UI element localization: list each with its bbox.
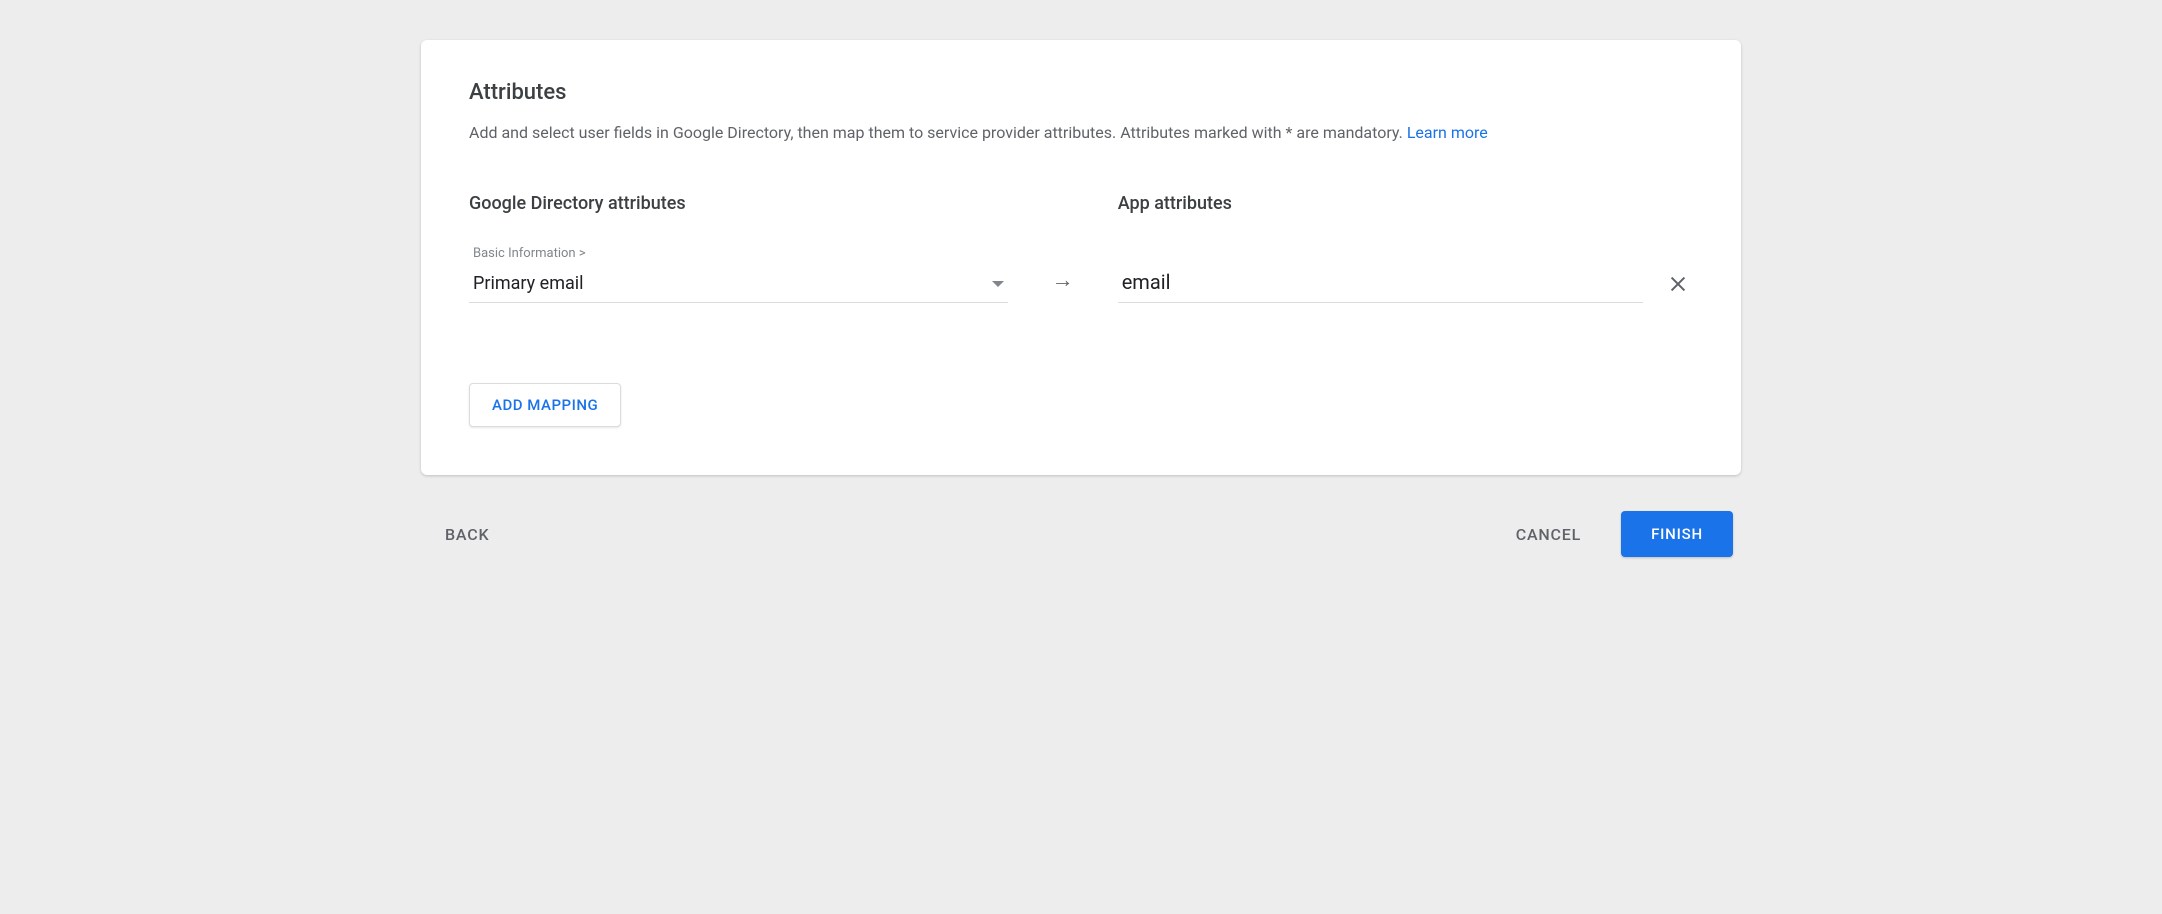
columns-header: Google Directory attributes App attribut… (469, 193, 1693, 214)
target-attribute-input[interactable] (1118, 264, 1643, 303)
close-icon (1667, 273, 1689, 295)
description-text: Add and select user fields in Google Dir… (469, 123, 1407, 142)
learn-more-link[interactable]: Learn more (1407, 123, 1488, 142)
card-title: Attributes (469, 80, 1693, 105)
source-attribute-field: Basic Information > Primary email (469, 246, 1008, 303)
attributes-card: Attributes Add and select user fields in… (421, 40, 1741, 475)
target-column-header: App attributes (1118, 193, 1693, 214)
chevron-down-icon (992, 281, 1004, 287)
source-column-header: Google Directory attributes (469, 193, 1044, 214)
arrow-right-icon: → (1052, 267, 1074, 293)
cancel-button[interactable]: CANCEL (1500, 515, 1597, 554)
add-mapping-button[interactable]: ADD MAPPING (469, 383, 621, 427)
target-attribute-field (1118, 264, 1693, 303)
mapping-row: Basic Information > Primary email → (469, 246, 1693, 303)
card-description: Add and select user fields in Google Dir… (469, 121, 1693, 145)
remove-mapping-button[interactable] (1663, 269, 1693, 299)
footer: BACK CANCEL FINISH (421, 511, 1741, 557)
footer-right: CANCEL FINISH (1500, 511, 1733, 557)
finish-button[interactable]: FINISH (1621, 511, 1733, 557)
source-attribute-select[interactable]: Primary email (469, 267, 1008, 303)
source-attribute-value: Primary email (473, 273, 584, 294)
source-category-label: Basic Information > (469, 246, 1008, 261)
back-button[interactable]: BACK (429, 515, 505, 554)
arrow-spacer: → (1008, 267, 1118, 303)
